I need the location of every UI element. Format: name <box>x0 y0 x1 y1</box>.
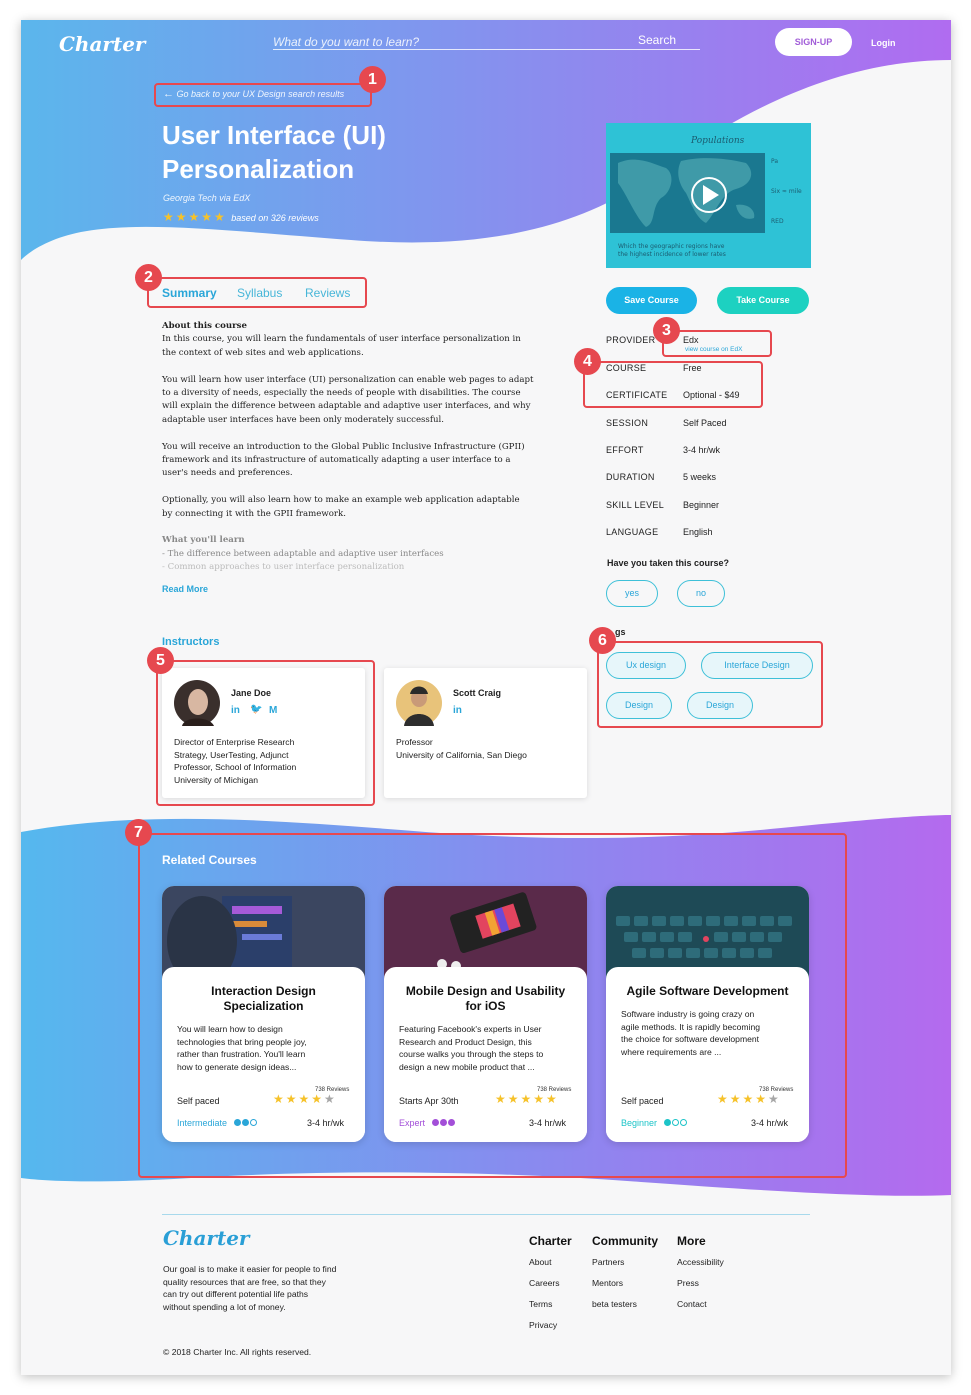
taken-question: Have you taken this course? <box>607 558 730 568</box>
search-placeholder: What do you want to learn? <box>273 35 420 49</box>
learn-item: - Common approaches to user interface pe… <box>162 562 405 573</box>
annotation-marker: 6 <box>589 627 616 654</box>
learn-item: - The difference between adaptable and a… <box>162 548 444 559</box>
instructors-heading: Instructors <box>162 636 220 648</box>
provider-subtitle: Georgia Tech via EdX <box>163 193 251 203</box>
copyright: © 2018 Charter Inc. All rights reserved. <box>163 1347 312 1357</box>
annotation-marker: 4 <box>574 348 601 375</box>
footer-heading: More <box>677 1234 706 1248</box>
info-value: Self Paced <box>683 418 727 428</box>
info-value: 3-4 hr/wk <box>683 445 721 455</box>
summary-paragraph: In this course, you will learn the funda… <box>162 334 521 358</box>
annotation-box <box>147 277 367 308</box>
reviews-count: based on 326 reviews <box>231 213 319 223</box>
instructor-description: Professor University of California, San … <box>396 737 527 760</box>
footer-column-more: More Accessibility Press Contact <box>677 1234 724 1309</box>
footer-column-community: Community Partners Mentors beta testers <box>592 1234 658 1309</box>
logo[interactable]: Charter <box>59 32 145 56</box>
avatar <box>396 680 442 726</box>
footer-heading: Charter <box>529 1234 572 1248</box>
annotation-box <box>138 833 847 1178</box>
map-thumbnail: Populations Pa Six ≈ mile RED Which the … <box>606 123 811 268</box>
svg-text:Which the geographic regions h: Which the geographic regions have <box>618 243 725 250</box>
page-frame: Charter What do you want to learn? Searc… <box>21 20 951 1375</box>
annotation-box <box>583 361 763 408</box>
info-label: DURATION <box>606 472 655 482</box>
footer-link-partners[interactable]: Partners <box>592 1257 658 1267</box>
rating-row: ★★★★★ based on 326 reviews <box>163 208 319 226</box>
login-button[interactable]: Login <box>871 38 896 48</box>
annotation-marker: 5 <box>147 647 174 674</box>
course-title: User Interface (UI) Personalization <box>162 120 386 184</box>
annotation-box <box>154 83 372 107</box>
info-label: SESSION <box>606 418 649 428</box>
annotation-marker: 1 <box>359 66 386 93</box>
info-value: Beginner <box>683 500 720 510</box>
svg-text:the highest incidence of lower: the highest incidence of lower rates <box>618 251 726 258</box>
svg-text:RED: RED <box>771 218 784 225</box>
footer-link-terms[interactable]: Terms <box>529 1299 572 1309</box>
summary-paragraph: You will receive an introduction to the … <box>162 441 525 479</box>
svg-text:Pa: Pa <box>771 158 778 165</box>
footer-divider <box>162 1214 810 1215</box>
take-course-button[interactable]: Take Course <box>717 287 809 314</box>
svg-text:Populations: Populations <box>690 136 745 146</box>
footer-logo[interactable]: Charter <box>163 1226 249 1250</box>
info-value: English <box>683 527 713 537</box>
footer-column-charter: Charter About Careers Terms Privacy <box>529 1234 572 1330</box>
info-value: 5 weeks <box>683 472 717 482</box>
tags-heading: gs <box>615 627 626 637</box>
info-label: EFFORT <box>606 445 644 455</box>
about-heading: About this course <box>162 321 247 331</box>
annotation-marker: 2 <box>135 264 162 291</box>
annotation-box <box>156 660 375 806</box>
footer-link-press[interactable]: Press <box>677 1278 724 1288</box>
search-button[interactable]: Search <box>638 33 676 47</box>
footer-link-privacy[interactable]: Privacy <box>529 1320 572 1330</box>
annotation-box <box>597 641 823 728</box>
footer-link-about[interactable]: About <box>529 1257 572 1267</box>
summary-paragraph: You will learn how user interface (UI) p… <box>162 374 534 425</box>
course-summary: About this course In this course, you wi… <box>162 320 542 575</box>
svg-text:Six ≈ mile: Six ≈ mile <box>771 188 802 195</box>
footer-link-careers[interactable]: Careers <box>529 1278 572 1288</box>
course-video-thumbnail[interactable]: Populations Pa Six ≈ mile RED Which the … <box>606 123 811 268</box>
linkedin-icon[interactable]: in <box>453 705 462 716</box>
read-more-link[interactable]: Read More <box>162 584 208 594</box>
footer-link-mentors[interactable]: Mentors <box>592 1278 658 1288</box>
annotation-marker: 7 <box>125 819 152 846</box>
no-button[interactable]: no <box>677 580 725 607</box>
rating-stars: ★★★★★ <box>163 210 227 224</box>
info-label: LANGUAGE <box>606 527 659 537</box>
instructor-card[interactable]: Scott Craig in Professor University of C… <box>384 668 587 798</box>
footer-heading: Community <box>592 1234 658 1248</box>
info-label: SKILL LEVEL <box>606 500 665 510</box>
search-input[interactable]: What do you want to learn? Search <box>273 32 700 50</box>
signup-button[interactable]: SIGN-UP <box>775 28 852 56</box>
footer-link-beta-testers[interactable]: beta testers <box>592 1299 658 1309</box>
save-course-button[interactable]: Save Course <box>606 287 697 314</box>
info-label: PROVIDER <box>606 335 656 345</box>
instructor-name: Scott Craig <box>453 688 502 698</box>
learn-heading: What you'll learn <box>162 535 245 546</box>
footer-link-accessibility[interactable]: Accessibility <box>677 1257 724 1267</box>
annotation-marker: 3 <box>653 317 680 344</box>
yes-button[interactable]: yes <box>606 580 658 607</box>
footer-about: Our goal is to make it easier for people… <box>163 1264 337 1312</box>
summary-paragraph: Optionally, you will also learn how to m… <box>162 495 520 519</box>
footer-link-contact[interactable]: Contact <box>677 1299 724 1309</box>
